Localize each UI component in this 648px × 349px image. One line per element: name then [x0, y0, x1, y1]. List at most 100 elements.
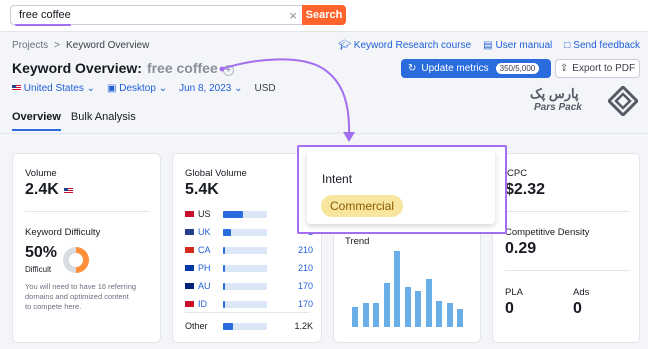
trend-bar — [362, 303, 369, 327]
date-select[interactable]: Jun 8, 2023 ⌄ — [179, 83, 242, 94]
difficulty-donut — [63, 247, 89, 273]
density-label: Competitive Density — [505, 227, 590, 238]
volume-value: 2.4K — [25, 181, 59, 198]
trend-bar — [383, 283, 390, 327]
difficulty-note-line-3: to compete here. — [25, 302, 82, 311]
search-input-value: free coffee — [19, 9, 71, 21]
volume-label: Volume — [25, 168, 57, 179]
country-code: PH — [198, 263, 211, 273]
trend-bar — [404, 287, 411, 327]
country-row-id[interactable]: ID 170 — [185, 298, 313, 310]
intent-label: Intent — [322, 172, 353, 186]
trend-bar — [352, 307, 358, 327]
tab-overview[interactable]: Overview — [12, 111, 61, 131]
country-bar-fill — [223, 210, 243, 218]
breadcrumb-separator: > — [54, 40, 60, 51]
export-icon: ⇪ — [559, 63, 569, 74]
id-flag-icon — [185, 301, 194, 307]
country-select[interactable]: United States ⌄ — [12, 83, 95, 94]
country-row-au[interactable]: AU 170 — [185, 280, 313, 292]
uk-flag-icon — [185, 229, 194, 235]
quota-badge: 350/5,000 — [495, 63, 540, 74]
course-link[interactable]: 🎓︎ Keyword Research course — [338, 40, 471, 51]
search-button[interactable]: Search — [302, 5, 346, 25]
ca-flag-icon — [185, 247, 194, 253]
tab-bar: Overview Bulk Analysis — [12, 111, 136, 131]
export-pdf-button[interactable]: ⇪ Export to PDF — [555, 59, 640, 78]
update-metrics-button[interactable]: ↻ Update metrics 350/5,000 — [401, 59, 551, 78]
feedback-link-label: Send feedback — [573, 40, 640, 51]
top-bar: free coffee × Search — [0, 0, 648, 32]
country-row-other: Other 1.2K — [185, 320, 313, 332]
country-bar — [223, 246, 267, 254]
country-bar-fill — [223, 228, 231, 236]
chevron-down-icon: ⌄ — [234, 83, 243, 94]
metrics-card: CPC $2.32 Competitive Density 0.29 PLA 0… — [492, 153, 640, 343]
chevron-down-icon: ⌄ — [86, 83, 95, 94]
cpc-value: $2.32 — [505, 181, 546, 198]
keyword-title: free coffee — [146, 60, 218, 76]
search-input[interactable]: free coffee × — [10, 5, 302, 26]
country-value: 170 — [297, 299, 313, 309]
book-icon: ▤ — [483, 40, 493, 51]
pla-label: PLA — [505, 287, 523, 298]
other-value: 1.2K — [294, 321, 313, 331]
parspack-logo: پارس پک Pars Pack — [530, 86, 642, 118]
trend-bar — [436, 301, 442, 327]
volume-card: Volume 2.4K Keyword Difficulty 50% Diffi… — [12, 153, 161, 343]
intent-badge: Commercial — [321, 195, 404, 217]
country-bar-fill — [223, 282, 225, 290]
country-value: 210 — [297, 263, 313, 273]
country-row-ca[interactable]: CA 210 — [185, 244, 313, 256]
graduation-cap-icon: 🎓︎ — [338, 40, 351, 51]
country-bar — [223, 210, 267, 218]
country-bar — [223, 228, 267, 236]
global-volume-value: 5.4K — [185, 181, 219, 198]
country-code: US — [198, 209, 211, 219]
date-label: Jun 8, 2023 — [179, 83, 232, 94]
search-underline — [15, 24, 71, 26]
country-row-uk[interactable]: UK1 — [185, 226, 313, 238]
country-row-us[interactable]: US2. — [185, 208, 313, 220]
pla-value: 0 — [505, 300, 514, 317]
country-value: 210 — [297, 245, 313, 255]
page-title-row: Keyword Overview: free coffee + — [12, 60, 234, 76]
manual-link[interactable]: ▤ User manual — [483, 40, 552, 51]
other-label: Other — [185, 321, 208, 331]
trend-bar — [457, 309, 463, 327]
country-bar-fill — [223, 246, 226, 254]
card-divider — [25, 211, 149, 212]
course-link-label: Keyword Research course — [353, 40, 472, 51]
close-icon[interactable]: × — [289, 8, 297, 23]
tab-bulk-analysis[interactable]: Bulk Analysis — [71, 111, 136, 131]
intent-card: Intent Commercial — [307, 151, 495, 224]
refresh-icon: ↻ — [408, 63, 417, 74]
desktop-icon: ▣ — [107, 83, 117, 94]
add-keyword-icon[interactable]: + — [222, 65, 234, 76]
card-divider — [505, 211, 629, 212]
trend-bar — [425, 279, 432, 327]
difficulty-note-line-2: domains and optimized content — [25, 292, 129, 301]
country-bar — [223, 282, 267, 290]
global-volume-label: Global Volume — [185, 168, 247, 179]
us-flag-icon — [64, 188, 73, 194]
device-select[interactable]: ▣ Desktop ⌄ — [107, 83, 167, 94]
country-code: AU — [198, 281, 211, 291]
intent-highlight-frame: Intent Commercial — [297, 145, 507, 234]
difficulty-label: Keyword Difficulty — [25, 227, 101, 238]
au-flag-icon — [185, 283, 194, 289]
ads-label: Ads — [573, 287, 590, 298]
breadcrumb-projects[interactable]: Projects — [12, 40, 48, 51]
export-pdf-label: Export to PDF — [572, 63, 636, 74]
chevron-down-icon: ⌄ — [158, 83, 168, 94]
trend-bar — [415, 291, 421, 327]
country-bar — [223, 264, 267, 272]
country-row-ph[interactable]: PH 210 — [185, 262, 313, 274]
country-bar-fill — [223, 264, 226, 272]
ph-flag-icon — [185, 265, 194, 271]
feedback-link[interactable]: □ Send feedback — [564, 40, 640, 51]
card-divider — [185, 312, 309, 313]
other-bar-fill — [223, 322, 233, 330]
divider — [0, 133, 648, 134]
breadcrumb: Projects > Keyword Overview — [12, 40, 149, 51]
